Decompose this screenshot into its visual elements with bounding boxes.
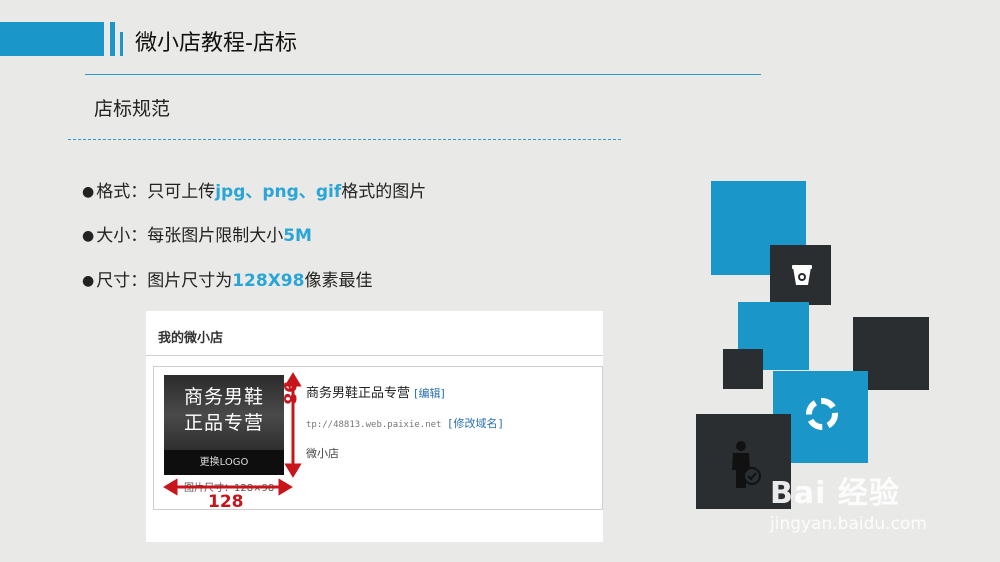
bucket-icon (792, 265, 812, 285)
header-accent-bar (0, 22, 104, 56)
refresh-circle-icon (806, 398, 838, 430)
bullet-text: 尺寸：图片尺寸为 (96, 271, 233, 291)
bullet-dot: ● (82, 184, 95, 200)
bullet-text: 大小：每张图片限制大小 (96, 226, 284, 246)
shop-subtitle: 微小店 (306, 447, 339, 460)
width-label: 128 (208, 492, 244, 512)
header-accent-stripe-thin (120, 32, 123, 56)
bullet-text: 格式：只可上传 (96, 182, 216, 202)
screenshot-heading: 我的微小店 (158, 331, 224, 346)
bullet-text: 格式的图片 (341, 182, 427, 202)
deco-square-dark-small (723, 349, 763, 389)
header-accent-stripe (110, 22, 115, 56)
bullet-dimensions: ● 尺寸：图片尺寸为128X98像素最佳 (82, 270, 372, 292)
shop-url: tp://48813.web.paixie.net [修改域名] (306, 415, 504, 431)
change-logo-button[interactable]: 更换LOGO (164, 450, 284, 475)
logo-text-line2: 正品专营 (183, 412, 264, 434)
bullet-highlight: 128X98 (232, 271, 305, 291)
page-title: 微小店教程-店标 (135, 31, 297, 56)
shop-logo-preview: 商务男鞋 正品专营 更换LOGO (164, 375, 284, 475)
person-check-icon (732, 441, 761, 488)
shop-url-text: tp://48813.web.paixie.net (306, 420, 442, 430)
dashed-divider (68, 139, 621, 140)
shop-name: 商务男鞋正品专营 [编辑] (306, 382, 445, 401)
height-label: 98 (279, 381, 299, 405)
screenshot-divider (146, 355, 603, 356)
modify-domain-link[interactable]: [修改域名] (447, 417, 504, 430)
bullet-text: 像素最佳 (304, 271, 373, 291)
section-subtitle: 店标规范 (94, 98, 171, 120)
bullet-size: ● 大小：每张图片限制大小5M (82, 225, 312, 247)
shop-name-text: 商务男鞋正品专营 (306, 386, 411, 401)
bullet-dot: ● (82, 228, 95, 244)
bullet-highlight: 5M (283, 226, 312, 246)
watermark-url: jingyan.baidu.com (770, 514, 927, 534)
shop-settings-screenshot: 我的微小店 商务男鞋 正品专营 更换LOGO 图片尺寸：128×98 98 12… (146, 311, 603, 542)
title-divider (85, 74, 761, 75)
bullet-dot: ● (82, 273, 95, 289)
edit-link[interactable]: [编辑] (414, 387, 445, 400)
logo-text-line1: 商务男鞋 (183, 386, 264, 408)
bullet-format: ● 格式：只可上传jpg、png、gif格式的图片 (82, 181, 426, 203)
watermark-brand: Bai 经验 (770, 476, 900, 511)
bullet-highlight: jpg、png、gif (215, 182, 342, 202)
